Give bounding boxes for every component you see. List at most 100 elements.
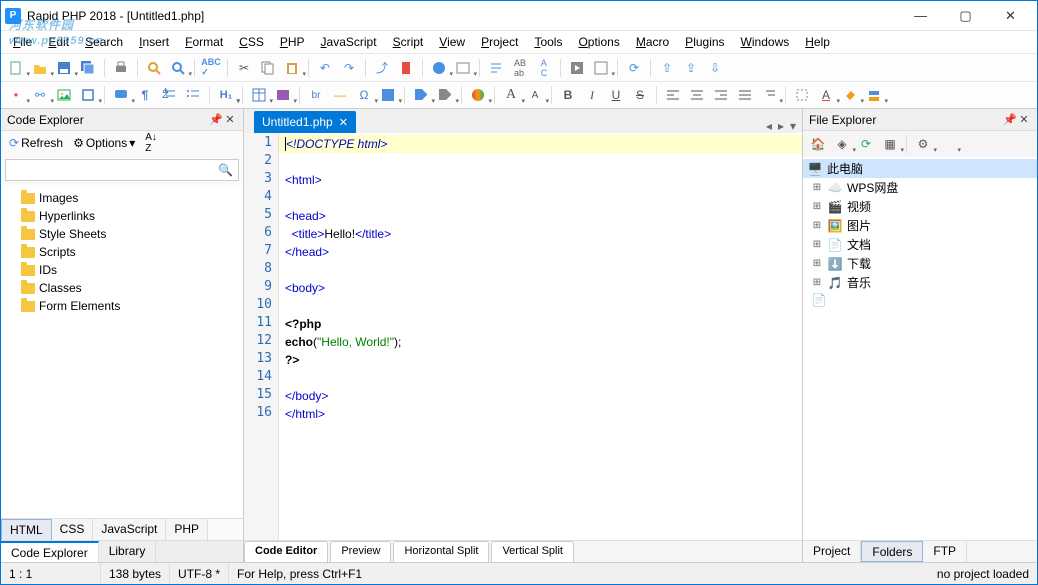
bullet-button[interactable]: • [5,84,27,106]
underline-button[interactable]: U [605,84,627,106]
goto-line-button[interactable]: ⤴ [371,57,393,79]
search-input[interactable] [5,159,239,181]
menu-file[interactable]: File [5,33,40,51]
view-button[interactable] [452,57,474,79]
form-button[interactable] [272,84,294,106]
settings-icon[interactable]: ⚙ [912,133,934,155]
left-tab-library[interactable]: Library [99,541,157,562]
menu-tools[interactable]: Tools [526,33,570,51]
font-button[interactable]: A [500,84,522,106]
script-button[interactable] [377,84,399,106]
sort-button[interactable]: A↓Z [141,130,161,156]
ol-button[interactable]: 12 [158,84,180,106]
tree-node[interactable]: Style Sheets [5,225,239,243]
close-panel-icon[interactable]: ✕ [1017,113,1031,126]
menu-insert[interactable]: Insert [131,33,177,51]
style-button[interactable] [863,84,885,106]
close-panel-icon[interactable]: ✕ [223,113,237,126]
new-file-button[interactable] [5,57,27,79]
menu-css[interactable]: CSS [231,33,272,51]
file-tree-item[interactable]: ⊞⬇️下载 [803,254,1037,273]
paste-button[interactable] [281,57,303,79]
tree-node[interactable]: Form Elements [5,297,239,315]
editor-tab-horizontal-split[interactable]: Horizontal Split [393,541,489,562]
bold-button[interactable]: B [557,84,579,106]
color-button[interactable] [467,84,489,106]
comment-button[interactable] [110,84,132,106]
lang-tab-html[interactable]: HTML [1,519,52,540]
menu-edit[interactable]: Edit [40,33,77,51]
align-left-button[interactable] [662,84,684,106]
menu-macro[interactable]: Macro [628,33,677,51]
cut-button[interactable]: ✂ [233,57,255,79]
image-button[interactable] [53,84,75,106]
tree-node[interactable]: Hyperlinks [5,207,239,225]
menu-project[interactable]: Project [473,33,526,51]
spellcheck-button[interactable]: ABC✓ [200,57,222,79]
menu-javascript[interactable]: JavaScript [313,33,385,51]
menu-help[interactable]: Help [797,33,838,51]
br-button[interactable]: br [305,84,327,106]
menu-script[interactable]: Script [385,33,432,51]
file-tab[interactable]: Untitled1.php ✕ [254,111,356,133]
right-tab-folders[interactable]: Folders [861,541,923,562]
menu-plugins[interactable]: Plugins [677,33,732,51]
tag2-button[interactable] [434,84,456,106]
nav-icon[interactable]: ◈ [831,133,853,155]
tag-button[interactable] [410,84,432,106]
next-tab-icon[interactable]: ▸ [778,119,784,133]
lang-tab-javascript[interactable]: JavaScript [93,519,166,540]
case2-button[interactable]: AC [533,57,555,79]
tree-node[interactable]: IDs [5,261,239,279]
menu-php[interactable]: PHP [272,33,313,51]
tree-node[interactable]: Images [5,189,239,207]
menu-format[interactable]: Format [177,33,231,51]
pin-icon[interactable]: 📌 [209,113,223,126]
tree-node[interactable]: Scripts [5,243,239,261]
link-button[interactable]: ⚯ [29,84,51,106]
menu-search[interactable]: Search [77,33,131,51]
align-right-button[interactable] [710,84,732,106]
omega-button[interactable]: Ω [353,84,375,106]
lang-tab-css[interactable]: CSS [52,519,94,540]
right-tab-ftp[interactable]: FTP [923,541,967,562]
file-tree-root[interactable]: 🖥️此电脑 [803,159,1037,178]
editor-tab-code-editor[interactable]: Code Editor [244,541,328,562]
tab-menu-icon[interactable]: ▾ [790,119,796,133]
folder-icon[interactable] [936,133,958,155]
menu-view[interactable]: View [431,33,473,51]
editor-tab-preview[interactable]: Preview [330,541,391,562]
minimize-button[interactable]: — [898,1,943,31]
tree-node[interactable]: Classes [5,279,239,297]
file-tree-item[interactable]: ⊞📄文档 [803,235,1037,254]
download-button[interactable]: ⇩ [704,57,726,79]
maximize-button[interactable]: ▢ [943,1,988,31]
bookmark-button[interactable] [395,57,417,79]
close-button[interactable]: ✕ [988,1,1033,31]
left-tab-code-explorer[interactable]: Code Explorer [1,541,99,562]
align-center-button[interactable] [686,84,708,106]
options-button[interactable]: ⚙ Options ▾ [69,134,139,152]
upload2-button[interactable]: ⇪ [680,57,702,79]
heading-button[interactable]: H₁ [215,84,237,106]
case-button[interactable]: ABab [509,57,531,79]
open-file-button[interactable] [29,57,51,79]
hr-button[interactable]: — [329,84,351,106]
file-tree-item[interactable]: ⊞☁️WPS网盘 [803,178,1037,197]
find-button[interactable] [143,57,165,79]
print-button[interactable] [110,57,132,79]
menu-windows[interactable]: Windows [733,33,798,51]
run-button[interactable] [566,57,588,79]
save-all-button[interactable] [77,57,99,79]
pin-icon[interactable]: 📌 [1003,113,1017,126]
upload-button[interactable]: ⇧ [656,57,678,79]
refresh-files-icon[interactable]: ⟳ [855,133,877,155]
close-tab-icon[interactable]: ✕ [339,116,348,129]
bgcolor-button[interactable] [839,84,861,106]
strike-button[interactable]: S [629,84,651,106]
copy-button[interactable] [257,57,279,79]
run2-button[interactable] [590,57,612,79]
italic-button[interactable]: I [581,84,603,106]
undo-button[interactable]: ↶ [314,57,336,79]
code-editor[interactable]: 12345678910111213141516 <!DOCTYPE html><… [244,133,802,540]
